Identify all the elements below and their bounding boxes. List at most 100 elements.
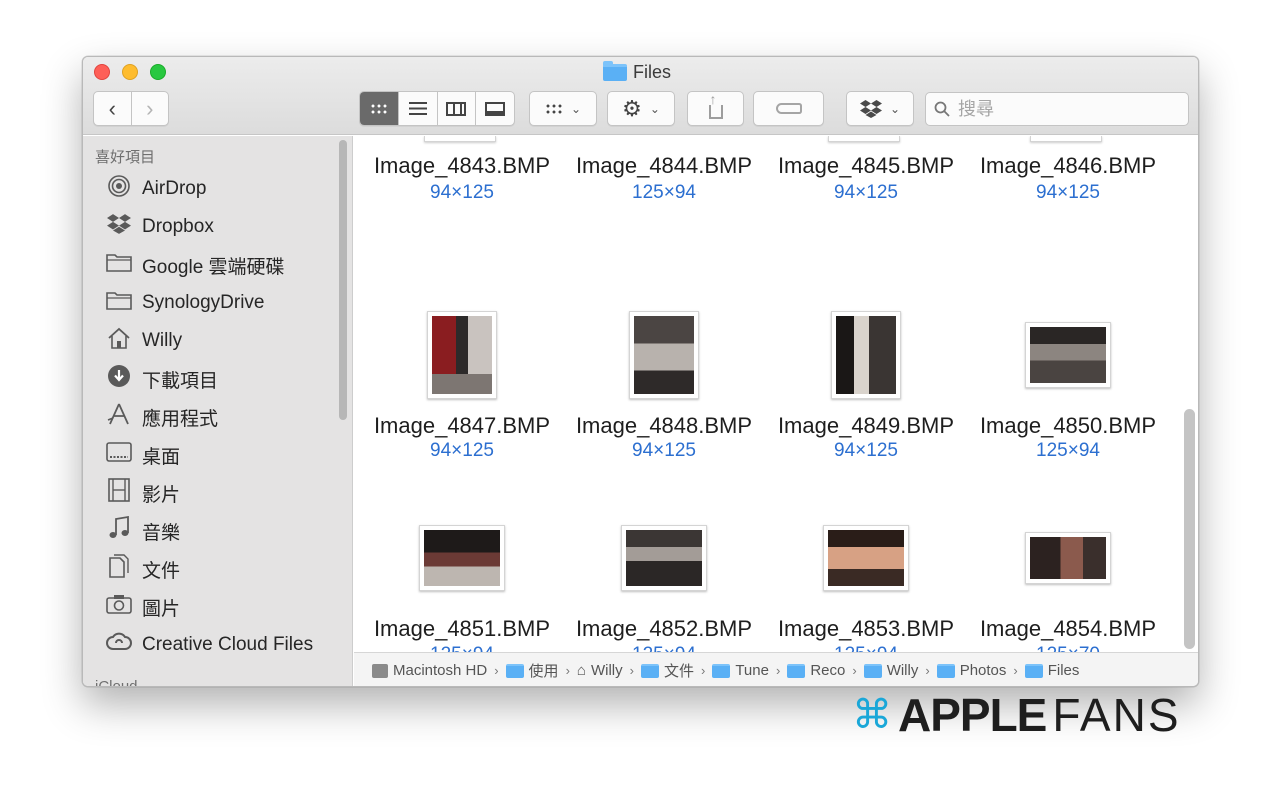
file-thumbnail [629, 311, 699, 399]
path-item-willy-folder[interactable]: Willy [863, 662, 919, 679]
search-field[interactable] [925, 92, 1189, 126]
view-mode-control [359, 91, 515, 126]
file-name: Image_4852.BMP [575, 616, 753, 641]
sidebar-item-downloads[interactable]: 下載項目 [106, 364, 218, 394]
airdrop-icon [106, 174, 132, 204]
column-view-button[interactable] [436, 92, 476, 125]
file-name: Image_4846.BMP [979, 153, 1157, 178]
path-separator: › [700, 663, 706, 678]
folder-icon [505, 663, 524, 678]
file-dimensions: 94×125 [430, 440, 494, 461]
sidebar-item-label: 圖片 [142, 598, 181, 620]
tags-button[interactable] [753, 91, 824, 126]
folder-icon [863, 663, 882, 678]
sidebar-item-willy[interactable]: Willy [106, 326, 182, 356]
file-dimensions: 125×70 [973, 644, 1163, 652]
icon-view-icon [369, 102, 388, 115]
path-item-reco[interactable]: Reco [787, 662, 845, 679]
gallery-view-icon [485, 101, 506, 116]
file-thumbnail [1025, 322, 1111, 388]
share-button[interactable] [687, 91, 744, 126]
download-icon [106, 364, 132, 394]
path-item-label: 文件 [663, 663, 694, 680]
list-view-icon [408, 102, 427, 115]
group-by-button[interactable]: ⌄ [529, 91, 597, 126]
file-name: Image_4851.BMP [373, 616, 551, 641]
sidebar-scrollbar[interactable] [339, 140, 347, 420]
sidebar-item-airdrop[interactable]: AirDrop [106, 174, 206, 204]
minimize-window-button[interactable] [122, 64, 138, 80]
content-scrollbar[interactable] [1184, 409, 1195, 649]
creative-cloud-icon [106, 632, 132, 658]
file-thumbnail [419, 525, 505, 591]
path-separator: › [494, 663, 499, 678]
dropbox-icon [106, 214, 132, 240]
dropbox-menu-button[interactable]: ⌄ [846, 91, 914, 126]
file-thumbnail [831, 311, 901, 399]
chevron-down-icon: ⌄ [889, 101, 901, 116]
search-input[interactable] [958, 98, 1158, 120]
sidebar-item-label: Google 雲端硬碟 [142, 256, 285, 278]
sidebar-item-music[interactable]: 音樂 [106, 515, 180, 546]
sidebar-item-label: 應用程式 [142, 408, 219, 430]
path-item-files[interactable]: Files [1024, 662, 1079, 679]
file-icon-grid: Image_4843.BMP 94×125 Image_4844.BMP 125… [354, 136, 1198, 652]
home-icon: ⌂ [576, 662, 586, 679]
file-name: Image_4844.BMP [575, 153, 753, 178]
sidebar-item-creative-cloud[interactable]: Creative Cloud Files [106, 630, 313, 660]
sidebar-heading-icloud: iCloud [95, 678, 138, 687]
zoom-window-button[interactable] [150, 64, 166, 80]
path-item-users[interactable]: 使用 [505, 660, 559, 681]
pictures-icon [106, 594, 132, 620]
folder-icon [106, 252, 132, 278]
folder-icon [936, 663, 955, 678]
path-item-tune[interactable]: Tune [712, 662, 769, 679]
share-icon [708, 91, 723, 119]
path-bar: Macintosh HD › 使用 › ⌂ Willy › 文件 › Tune … [354, 652, 1198, 686]
path-item-photos[interactable]: Photos [936, 662, 1006, 679]
window-title-text: Files [633, 61, 672, 82]
folder-icon [1024, 663, 1043, 678]
forward-button[interactable]: › [130, 92, 169, 125]
sidebar-item-label: 下載項目 [142, 370, 219, 392]
group-icon [544, 102, 563, 115]
file-dimensions: 94×125 [834, 440, 898, 461]
path-item-label: Willy [886, 662, 919, 679]
path-item-willy[interactable]: ⌂ Willy [577, 662, 623, 679]
tag-icon [775, 103, 802, 114]
sidebar-item-desktop[interactable]: 桌面 [106, 440, 180, 470]
file-dimensions: 125×94 [367, 644, 557, 652]
documents-icon [106, 554, 132, 584]
file-dimensions: 94×125 [1036, 182, 1100, 203]
sidebar-item-google-drive[interactable]: Google 雲端硬碟 [106, 250, 285, 280]
path-item-label: Tune [735, 662, 769, 679]
file-dimensions: 94×125 [632, 440, 696, 461]
icon-view-button[interactable] [360, 92, 398, 125]
dropbox-icon [859, 99, 882, 118]
path-item-label: Reco [810, 662, 846, 679]
file-thumbnail [427, 311, 497, 399]
sidebar-item-dropbox[interactable]: Dropbox [106, 212, 214, 242]
gallery-view-button[interactable] [475, 92, 514, 125]
search-icon [934, 101, 950, 117]
chevron-down-icon: ⌄ [570, 101, 582, 116]
sidebar-item-applications[interactable]: 應用程式 [106, 402, 218, 432]
file-dimensions: 125×94 [771, 644, 961, 652]
list-view-button[interactable] [397, 92, 437, 125]
close-window-button[interactable] [94, 64, 110, 80]
folder-icon [712, 663, 731, 678]
sidebar-item-synologydrive[interactable]: SynologyDrive [106, 288, 265, 318]
back-button[interactable]: ‹ [94, 92, 131, 125]
sidebar-item-pictures[interactable]: 圖片 [106, 592, 180, 622]
file-dimensions: 125×94 [1036, 440, 1100, 461]
path-item-documents[interactable]: 文件 [640, 660, 694, 681]
column-view-icon [446, 101, 467, 116]
path-item-macintosh-hd[interactable]: Macintosh HD [372, 662, 487, 679]
partial-thumbnail [1030, 136, 1102, 142]
file-name: Image_4849.BMP [777, 413, 955, 438]
partial-thumbnail [828, 136, 900, 142]
sidebar-item-documents[interactable]: 文件 [106, 554, 180, 584]
action-menu-button[interactable]: ⚙ ⌄ [607, 91, 675, 126]
file-thumbnail [1025, 532, 1111, 584]
sidebar-item-movies[interactable]: 影片 [106, 478, 180, 508]
